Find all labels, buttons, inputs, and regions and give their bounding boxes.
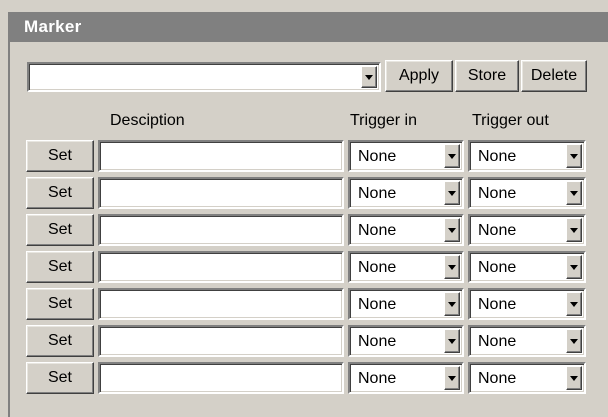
chevron-down-icon[interactable] bbox=[566, 181, 582, 205]
chevron-down-icon[interactable] bbox=[444, 366, 460, 390]
description-input[interactable] bbox=[98, 177, 344, 209]
trigger-in-select[interactable]: None bbox=[348, 325, 464, 357]
set-button[interactable]: Set bbox=[26, 325, 94, 357]
trigger-out-select[interactable]: None bbox=[468, 140, 586, 172]
trigger-in-select[interactable]: None bbox=[348, 214, 464, 246]
set-button[interactable]: Set bbox=[26, 177, 94, 209]
trigger-in-value: None bbox=[358, 333, 397, 350]
trigger-in-select[interactable]: None bbox=[348, 288, 464, 320]
trigger-in-select[interactable]: None bbox=[348, 140, 464, 172]
trigger-out-select[interactable]: None bbox=[468, 214, 586, 246]
apply-button[interactable]: Apply bbox=[385, 60, 453, 92]
trigger-in-value: None bbox=[358, 222, 397, 239]
description-input[interactable] bbox=[98, 325, 344, 357]
set-button[interactable]: Set bbox=[26, 362, 94, 394]
marker-panel: Marker Apply Store Delete Desciption Tri… bbox=[8, 12, 608, 417]
trigger-in-select[interactable]: None bbox=[348, 362, 464, 394]
panel-title: Marker bbox=[10, 12, 608, 42]
trigger-in-value: None bbox=[358, 148, 397, 165]
set-button[interactable]: Set bbox=[26, 251, 94, 283]
trigger-out-select[interactable]: None bbox=[468, 362, 586, 394]
chevron-down-icon[interactable] bbox=[566, 144, 582, 168]
delete-button[interactable]: Delete bbox=[521, 60, 587, 92]
trigger-out-value: None bbox=[478, 333, 517, 350]
set-button[interactable]: Set bbox=[26, 140, 94, 172]
description-input[interactable] bbox=[98, 214, 344, 246]
trigger-out-value: None bbox=[478, 370, 517, 387]
trigger-in-value: None bbox=[358, 370, 397, 387]
description-input[interactable] bbox=[98, 140, 344, 172]
description-input[interactable] bbox=[98, 288, 344, 320]
trigger-out-value: None bbox=[478, 148, 517, 165]
description-input[interactable] bbox=[98, 251, 344, 283]
trigger-out-value: None bbox=[478, 259, 517, 276]
store-button[interactable]: Store bbox=[455, 60, 519, 92]
trigger-out-select[interactable]: None bbox=[468, 177, 586, 209]
trigger-out-value: None bbox=[478, 185, 517, 202]
chevron-down-icon[interactable] bbox=[566, 292, 582, 316]
trigger-in-select[interactable]: None bbox=[348, 251, 464, 283]
trigger-in-value: None bbox=[358, 259, 397, 276]
chevron-down-icon[interactable] bbox=[361, 66, 377, 88]
preset-select[interactable] bbox=[27, 62, 381, 92]
set-button[interactable]: Set bbox=[26, 214, 94, 246]
description-input[interactable] bbox=[98, 362, 344, 394]
chevron-down-icon[interactable] bbox=[444, 181, 460, 205]
chevron-down-icon[interactable] bbox=[566, 329, 582, 353]
chevron-down-icon[interactable] bbox=[566, 218, 582, 242]
description-column-header: Desciption bbox=[110, 112, 185, 129]
trigger-out-select[interactable]: None bbox=[468, 288, 586, 320]
chevron-down-icon[interactable] bbox=[444, 218, 460, 242]
chevron-down-icon[interactable] bbox=[566, 366, 582, 390]
chevron-down-icon[interactable] bbox=[444, 292, 460, 316]
trigger-out-value: None bbox=[478, 296, 517, 313]
trigger-out-select[interactable]: None bbox=[468, 251, 586, 283]
trigger-out-column-header: Trigger out bbox=[472, 112, 549, 129]
trigger-in-column-header: Trigger in bbox=[350, 112, 417, 129]
trigger-in-value: None bbox=[358, 296, 397, 313]
trigger-out-value: None bbox=[478, 222, 517, 239]
chevron-down-icon[interactable] bbox=[444, 255, 460, 279]
set-button[interactable]: Set bbox=[26, 288, 94, 320]
trigger-in-value: None bbox=[358, 185, 397, 202]
chevron-down-icon[interactable] bbox=[444, 144, 460, 168]
trigger-in-select[interactable]: None bbox=[348, 177, 464, 209]
chevron-down-icon[interactable] bbox=[566, 255, 582, 279]
chevron-down-icon[interactable] bbox=[444, 329, 460, 353]
trigger-out-select[interactable]: None bbox=[468, 325, 586, 357]
